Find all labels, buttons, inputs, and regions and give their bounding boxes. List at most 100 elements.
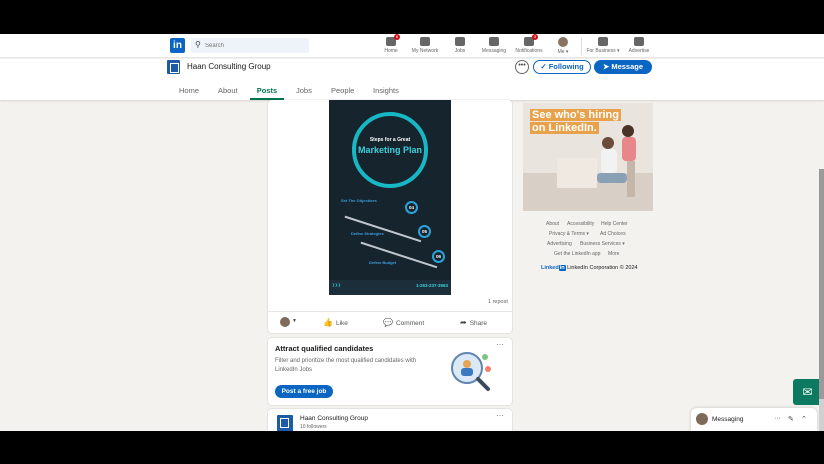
tab-people[interactable]: People	[331, 86, 354, 100]
nav-home-label: Home	[384, 48, 398, 54]
next-post-followers: 10 followers	[300, 424, 327, 430]
footer-link-about[interactable]: About	[546, 221, 559, 227]
footer-copyright: Linkedin LinkedIn Corporation © 2024	[541, 265, 638, 271]
home-badge: 6	[394, 34, 400, 40]
search-input[interactable]	[205, 39, 305, 52]
footer-brand-in: in	[558, 265, 566, 271]
card-description: Filter and prioritize the most qualified…	[275, 358, 417, 373]
chevron-down-icon[interactable]: ▼	[292, 318, 297, 324]
advertise-icon	[634, 37, 644, 46]
like-button[interactable]: 👍 Like	[323, 318, 348, 327]
nav-advertise-label: Advertise	[628, 48, 650, 54]
following-button[interactable]: ✓ Following	[533, 60, 591, 74]
footer-link-business-services[interactable]: Business Services ▾	[580, 241, 625, 247]
nav-messaging[interactable]: Messaging	[477, 37, 511, 57]
grid-icon	[598, 37, 608, 46]
home-icon: 6	[386, 34, 400, 46]
nav-messaging-label: Messaging	[481, 48, 507, 54]
company-name[interactable]: Haan Consulting Group	[187, 62, 271, 71]
compose-icon[interactable]: ✎	[788, 415, 794, 423]
footer-link-privacy-terms[interactable]: Privacy & Terms ▾	[549, 231, 589, 237]
message-button[interactable]: ➤ Message	[594, 60, 652, 74]
nav-for-business[interactable]: For Business ▾	[586, 37, 620, 57]
nav-for-business-label: For Business ▾	[586, 48, 620, 54]
poster-step-badge: 05	[418, 225, 431, 238]
search-icon: ⚲	[195, 40, 201, 49]
tab-insights[interactable]: Insights	[373, 86, 399, 100]
poster-step-badge: 06	[432, 250, 445, 263]
next-post-company[interactable]: Haan Consulting Group	[300, 415, 368, 422]
post-actions: ▼ 👍 Like 💬 Comment ➦ Share	[268, 311, 512, 333]
footer-link-advertising[interactable]: Advertising	[547, 241, 572, 247]
post-image[interactable]: Steps for a Great Marketing Plan Set The…	[329, 100, 451, 295]
ad-photo	[523, 125, 653, 211]
network-icon	[420, 37, 430, 46]
nav-notifications-label: Notifications	[515, 48, 543, 54]
more-icon[interactable]: ···	[496, 340, 504, 349]
footer-link-get-app[interactable]: Get the LinkedIn app	[554, 251, 600, 257]
floating-chat-icon[interactable]: ✉	[793, 379, 822, 405]
comment-icon: 💬	[383, 318, 393, 327]
bell-icon: 3	[524, 34, 538, 46]
nav-home[interactable]: 6 Home	[374, 34, 408, 57]
footer-brand-logo: Linked	[541, 265, 559, 271]
notifications-badge: 3	[532, 34, 538, 40]
footer-link-help-center[interactable]: Help Center	[601, 221, 628, 227]
share-arrow-icon: ➦	[460, 318, 467, 327]
next-post-card: Haan Consulting Group 10 followers ···	[268, 409, 512, 431]
thumbs-up-icon: 👍	[323, 318, 333, 327]
tab-jobs[interactable]: Jobs	[296, 86, 312, 100]
nav-notifications[interactable]: 3 Notifications	[512, 34, 546, 57]
briefcase-icon	[455, 37, 465, 46]
nav-divider	[581, 38, 582, 55]
messaging-bar[interactable]: Messaging ··· ✎ ⌃	[691, 408, 817, 431]
tab-home[interactable]: Home	[179, 86, 199, 100]
company-logo[interactable]	[167, 60, 180, 74]
search-box[interactable]: ⚲	[191, 38, 309, 53]
nav-jobs-label: Jobs	[454, 48, 466, 54]
poster-main-title: Marketing Plan	[357, 145, 422, 155]
poster-title: Steps for a Great	[369, 137, 411, 143]
scrollbar-thumb[interactable]	[819, 169, 824, 399]
footer-link-more[interactable]: More	[608, 251, 619, 257]
more-icon[interactable]: ···	[774, 415, 781, 422]
tab-about[interactable]: About	[218, 86, 238, 100]
nav-my-network-label: My Network	[411, 48, 439, 54]
footer-link-ad-choices[interactable]: Ad Choices	[600, 231, 626, 237]
nav-advertise[interactable]: Advertise	[622, 37, 656, 57]
footer-link-accessibility[interactable]: Accessibility	[567, 221, 594, 227]
linkedin-page: in ⚲ 6 Home My Network Jobs Messaging 3 …	[0, 34, 824, 431]
repost-count[interactable]: 1 repost	[488, 299, 508, 305]
company-logo[interactable]	[277, 415, 293, 431]
global-nav: in ⚲ 6 Home My Network Jobs Messaging 3 …	[0, 34, 824, 58]
avatar	[558, 37, 568, 47]
hiring-ad[interactable]: See who's hiring on LinkedIn.	[523, 103, 653, 211]
magnifier-illustration-icon	[451, 352, 491, 391]
share-button[interactable]: ➦ Share	[460, 318, 487, 327]
avatar	[696, 413, 708, 425]
linkedin-logo-icon[interactable]: in	[170, 38, 185, 53]
scrollbar[interactable]	[819, 169, 824, 431]
more-icon[interactable]: ···	[496, 411, 504, 420]
more-options-button[interactable]: •••	[515, 60, 529, 74]
poster-line	[344, 215, 422, 242]
avatar[interactable]	[280, 317, 290, 327]
messaging-label: Messaging	[712, 416, 744, 423]
poster-step-badge: 04	[405, 201, 418, 214]
company-header: Haan Consulting Group ••• ✓ Following ➤ …	[0, 59, 824, 100]
poster-footer: 1-263-237-3963 ❯❯❯	[329, 280, 451, 295]
nav-jobs[interactable]: Jobs	[443, 37, 477, 57]
poster-step-label: Define Budget	[369, 260, 397, 265]
comment-button[interactable]: 💬 Comment	[383, 318, 424, 327]
nav-me-label: Me ▾	[557, 49, 569, 55]
nav-my-network[interactable]: My Network	[408, 37, 442, 57]
message-bubble-icon	[489, 37, 499, 46]
tab-posts[interactable]: Posts	[250, 86, 284, 100]
chevron-up-icon[interactable]: ⌃	[801, 415, 807, 423]
nav-me[interactable]: Me ▾	[546, 37, 580, 57]
poster-step-label: Define Strategies	[351, 231, 384, 236]
poster-step-label: Set The Objectives	[341, 198, 377, 203]
post-free-job-button[interactable]: Post a free job	[275, 385, 333, 398]
card-title: Attract qualified candidates	[275, 344, 374, 353]
poster-phone: 1-263-237-3963	[415, 283, 448, 288]
